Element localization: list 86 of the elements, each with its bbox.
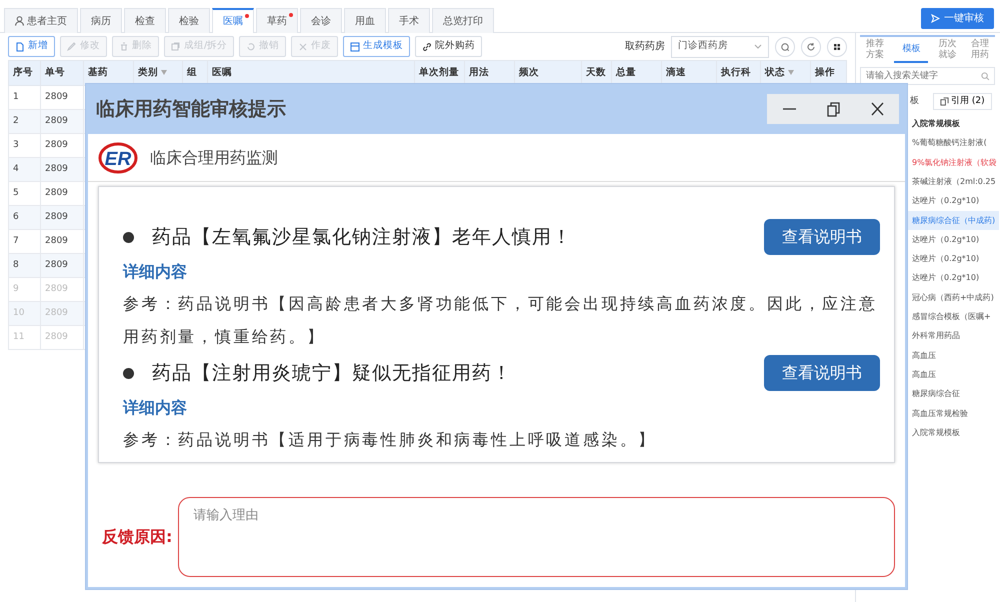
column-header: 总量 xyxy=(612,60,662,86)
tab[interactable]: 检查 xyxy=(124,8,166,33)
toolbar-button[interactable]: 生成模板 xyxy=(343,36,410,57)
filter-icon xyxy=(788,70,794,75)
table-cell: 2809 xyxy=(40,158,84,182)
table-cell: 6 xyxy=(8,206,40,230)
tab[interactable]: 草药 xyxy=(256,8,298,33)
search-icon xyxy=(981,72,990,81)
notification-dot xyxy=(289,13,293,17)
table-cell: 4 xyxy=(8,158,40,182)
refresh-icon xyxy=(806,42,816,52)
send-icon xyxy=(931,14,940,23)
cross-icon xyxy=(298,42,308,52)
reference-text: 参考：药品说明书【因高龄患者大多肾功能低下，可能会出现持续高血药浓度。因此，应注意用药剂量，慎重给药。】 xyxy=(123,293,878,348)
column-header: 基药 xyxy=(84,60,134,86)
table-cell: 2809 xyxy=(40,254,84,278)
panel-subtab[interactable]: 板 xyxy=(910,94,919,108)
detail-label: 详细内容 xyxy=(123,397,188,419)
tab[interactable]: 病历 xyxy=(80,8,122,33)
tab[interactable]: 患者主页 xyxy=(4,8,78,33)
pharmacy-select[interactable]: 门诊西药房 xyxy=(671,36,769,58)
dialog-title: 临床用药智能审核提示 xyxy=(96,96,286,122)
table-cell: 11 xyxy=(8,326,40,350)
notification-dot xyxy=(245,14,249,18)
column-header: 单次剂量 xyxy=(414,60,464,86)
reason-field[interactable]: 请输入理由 xyxy=(178,497,895,577)
panel-tab[interactable]: 历次就诊 xyxy=(934,39,961,63)
bullet-icon xyxy=(123,368,134,378)
refresh-button[interactable] xyxy=(801,36,821,56)
grid-button[interactable] xyxy=(827,36,847,56)
table-cell: 10 xyxy=(8,302,40,326)
alert-message: 药品【左氧氟沙星氯化钠注射液】老年人慎用！ xyxy=(152,224,572,250)
reference-text: 参考：药品说明书【适用于病毒性肺炎和病毒性上呼吸道感染。】 xyxy=(123,429,658,451)
trash-icon xyxy=(119,42,129,52)
undo-icon xyxy=(246,42,256,52)
dialog-subtitle: 临床合理用药监测 xyxy=(150,146,278,168)
logo: ER xyxy=(98,140,138,174)
person-icon xyxy=(15,16,24,26)
table-cell: 2809 xyxy=(40,302,84,326)
table-cell: 2809 xyxy=(40,206,84,230)
pharmacy-label: 取药药房 xyxy=(625,40,665,54)
column-header: 执行科 xyxy=(716,60,760,86)
filter-icon xyxy=(161,70,168,75)
table-cell: 2809 xyxy=(40,110,84,134)
column-header: 序号 xyxy=(8,60,40,86)
tab[interactable]: 医嘱 xyxy=(212,8,254,33)
search-button[interactable] xyxy=(775,36,795,56)
tab[interactable]: 会诊 xyxy=(300,8,342,33)
tab[interactable]: 用血 xyxy=(344,8,386,33)
column-header: 单号 xyxy=(40,60,84,86)
template-icon xyxy=(350,42,360,52)
copy-icon xyxy=(171,42,181,52)
column-header: 用法 xyxy=(464,60,514,86)
tab[interactable]: 检验 xyxy=(168,8,210,33)
column-header: 滴速 xyxy=(662,60,716,86)
feedback-label: 反馈原因: xyxy=(102,526,172,548)
link-icon xyxy=(422,42,432,52)
panel-tab[interactable]: 合理用药 xyxy=(966,39,993,63)
review-button[interactable]: 一键审核 xyxy=(921,8,994,29)
document-icon xyxy=(15,42,25,52)
panel-tab[interactable]: 推荐方案 xyxy=(862,39,888,63)
column-header: 类别 xyxy=(134,60,182,86)
search-icon xyxy=(780,42,790,52)
toolbar-button[interactable]: 新增 xyxy=(8,36,55,57)
copy-icon xyxy=(940,96,949,106)
detail-label: 详细内容 xyxy=(123,261,188,283)
chevron-down-icon xyxy=(754,44,762,49)
tab[interactable]: 手术 xyxy=(388,8,430,33)
bullet-icon xyxy=(123,232,134,242)
alert-message: 药品【注射用炎琥宁】疑似无指征用药！ xyxy=(152,360,512,386)
view-instructions-button[interactable]: 查看说明书 xyxy=(764,355,880,391)
table-cell: 8 xyxy=(8,254,40,278)
search-field[interactable]: 请输入搜索关键字 xyxy=(860,66,995,85)
table-cell: 2809 xyxy=(40,326,84,350)
tab[interactable]: 总览打印 xyxy=(432,8,494,33)
column-header: 医嘱 xyxy=(208,60,414,86)
panel-tab[interactable]: 模板 xyxy=(894,39,928,63)
toolbar-button[interactable]: 院外购药 xyxy=(415,36,482,57)
quote-button[interactable]: 引用 (2) xyxy=(933,92,992,110)
minimize-icon xyxy=(782,108,796,110)
table-cell: 2 xyxy=(8,110,40,134)
view-instructions-button[interactable]: 查看说明书 xyxy=(764,219,880,255)
grid-icon xyxy=(832,42,842,52)
column-header: 状态 xyxy=(760,60,810,86)
column-header: 频次 xyxy=(514,60,582,86)
pencil-icon xyxy=(67,42,77,52)
